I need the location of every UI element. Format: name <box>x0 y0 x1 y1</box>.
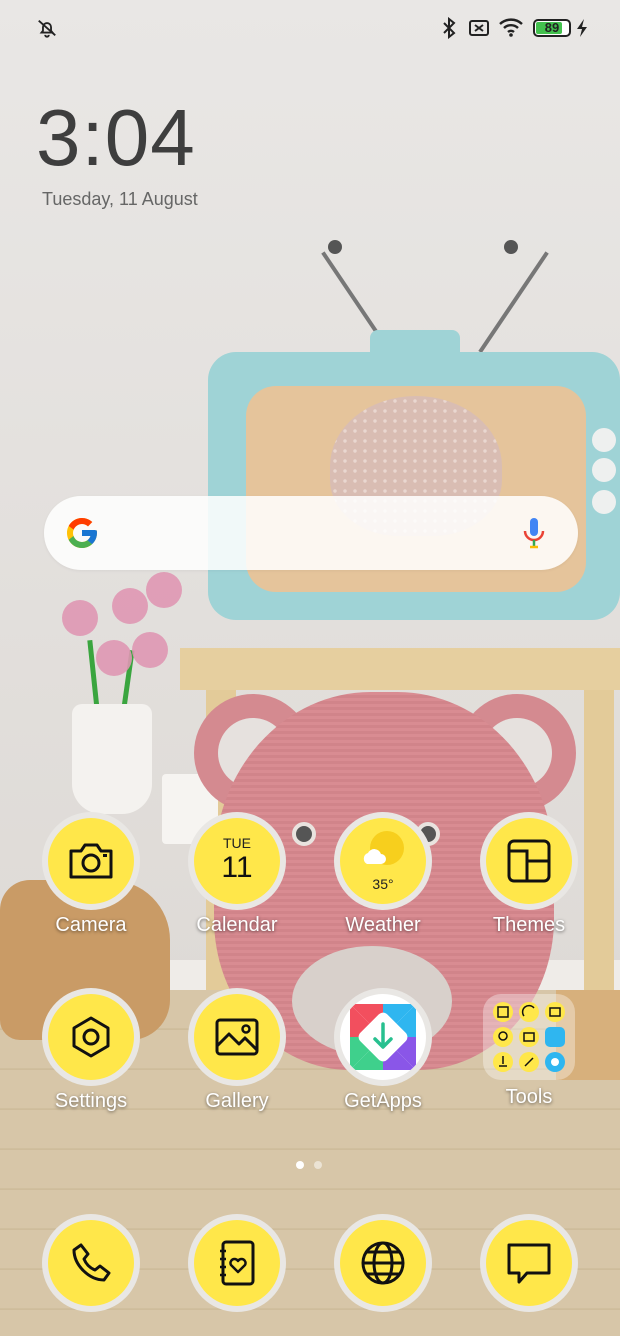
tv-knob <box>592 458 616 482</box>
page-dot[interactable] <box>314 1161 322 1169</box>
app-weather[interactable]: 35° Weather <box>318 812 448 937</box>
no-sim-icon <box>469 20 489 36</box>
app-label-tools: Tools <box>505 1086 553 1108</box>
app-settings[interactable]: Settings <box>26 988 156 1113</box>
tv-knob <box>592 428 616 452</box>
contacts-app-icon <box>188 1214 286 1312</box>
page-dot-active[interactable] <box>296 1161 304 1169</box>
settings-app-icon <box>42 988 140 1086</box>
wifi-icon <box>499 18 523 37</box>
themes-app-icon <box>480 812 578 910</box>
messages-icon <box>507 1243 551 1284</box>
getapps-icon <box>350 1004 416 1070</box>
dock-phone[interactable] <box>26 1214 156 1312</box>
flower <box>96 640 132 676</box>
browser-app-icon <box>334 1214 432 1312</box>
messages-app-icon <box>480 1214 578 1312</box>
calendar-date: 11 <box>221 851 253 884</box>
flower-vase <box>72 704 152 814</box>
themes-icon <box>507 839 551 883</box>
charging-bolt-icon <box>577 19 587 37</box>
app-tools-folder[interactable]: Tools <box>464 988 594 1109</box>
dock-contacts[interactable] <box>172 1214 302 1312</box>
app-gallery[interactable]: Gallery <box>172 988 302 1113</box>
browser-icon <box>361 1241 405 1285</box>
app-label-getapps: GetApps <box>344 1090 422 1112</box>
status-bar: 89 <box>0 0 620 56</box>
battery-level: 89 <box>544 20 560 35</box>
app-label-themes: Themes <box>492 914 566 936</box>
tools-folder-icon <box>483 994 575 1080</box>
clock-date[interactable]: Tuesday, 11 August <box>42 189 198 210</box>
app-label-calendar: Calendar <box>196 914 278 936</box>
battery-icon: 89 <box>533 19 571 37</box>
flower <box>62 600 98 636</box>
app-calendar[interactable]: TUE 11 Calendar <box>172 812 302 937</box>
contacts-icon <box>220 1240 255 1286</box>
phone-icon <box>72 1243 111 1282</box>
app-camera[interactable]: Camera <box>26 812 156 937</box>
calendar-day: TUE <box>223 835 251 851</box>
app-themes[interactable]: Themes <box>464 812 594 937</box>
phone-app-icon <box>42 1214 140 1312</box>
weather-temp: 35° <box>372 876 394 892</box>
camera-icon <box>69 843 113 879</box>
weather-app-icon: 35° <box>334 812 432 910</box>
wooden-table <box>180 648 620 690</box>
bell-muted-icon <box>38 19 56 38</box>
tv-antenna-ball-left <box>328 240 342 254</box>
app-label-camera: Camera <box>55 914 127 936</box>
google-g-icon <box>67 518 97 548</box>
clock-time[interactable]: 3:04 <box>36 88 196 188</box>
google-search-bar[interactable] <box>44 496 578 570</box>
page-indicator[interactable] <box>296 1161 326 1169</box>
weather-icon <box>363 831 404 865</box>
tv-knob <box>592 490 616 514</box>
tools-folder-grid <box>493 1002 565 1072</box>
mic-icon[interactable] <box>522 516 546 550</box>
camera-app-icon <box>42 812 140 910</box>
settings-icon <box>72 1016 110 1058</box>
app-label-gallery: Gallery <box>205 1090 269 1112</box>
gallery-app-icon <box>188 988 286 1086</box>
flower <box>146 572 182 608</box>
dock-browser[interactable] <box>318 1214 448 1312</box>
app-getapps[interactable]: GetApps <box>318 988 448 1113</box>
app-label-weather: Weather <box>345 914 421 936</box>
gallery-icon <box>215 1018 259 1056</box>
calendar-app-icon: TUE 11 <box>188 812 286 910</box>
app-label-settings: Settings <box>54 1090 128 1112</box>
flower <box>112 588 148 624</box>
flower <box>132 632 168 668</box>
dock-messages[interactable] <box>464 1214 594 1312</box>
tv-antenna-ball-right <box>504 240 518 254</box>
bluetooth-icon <box>443 17 456 39</box>
getapps-app-icon <box>334 988 432 1086</box>
